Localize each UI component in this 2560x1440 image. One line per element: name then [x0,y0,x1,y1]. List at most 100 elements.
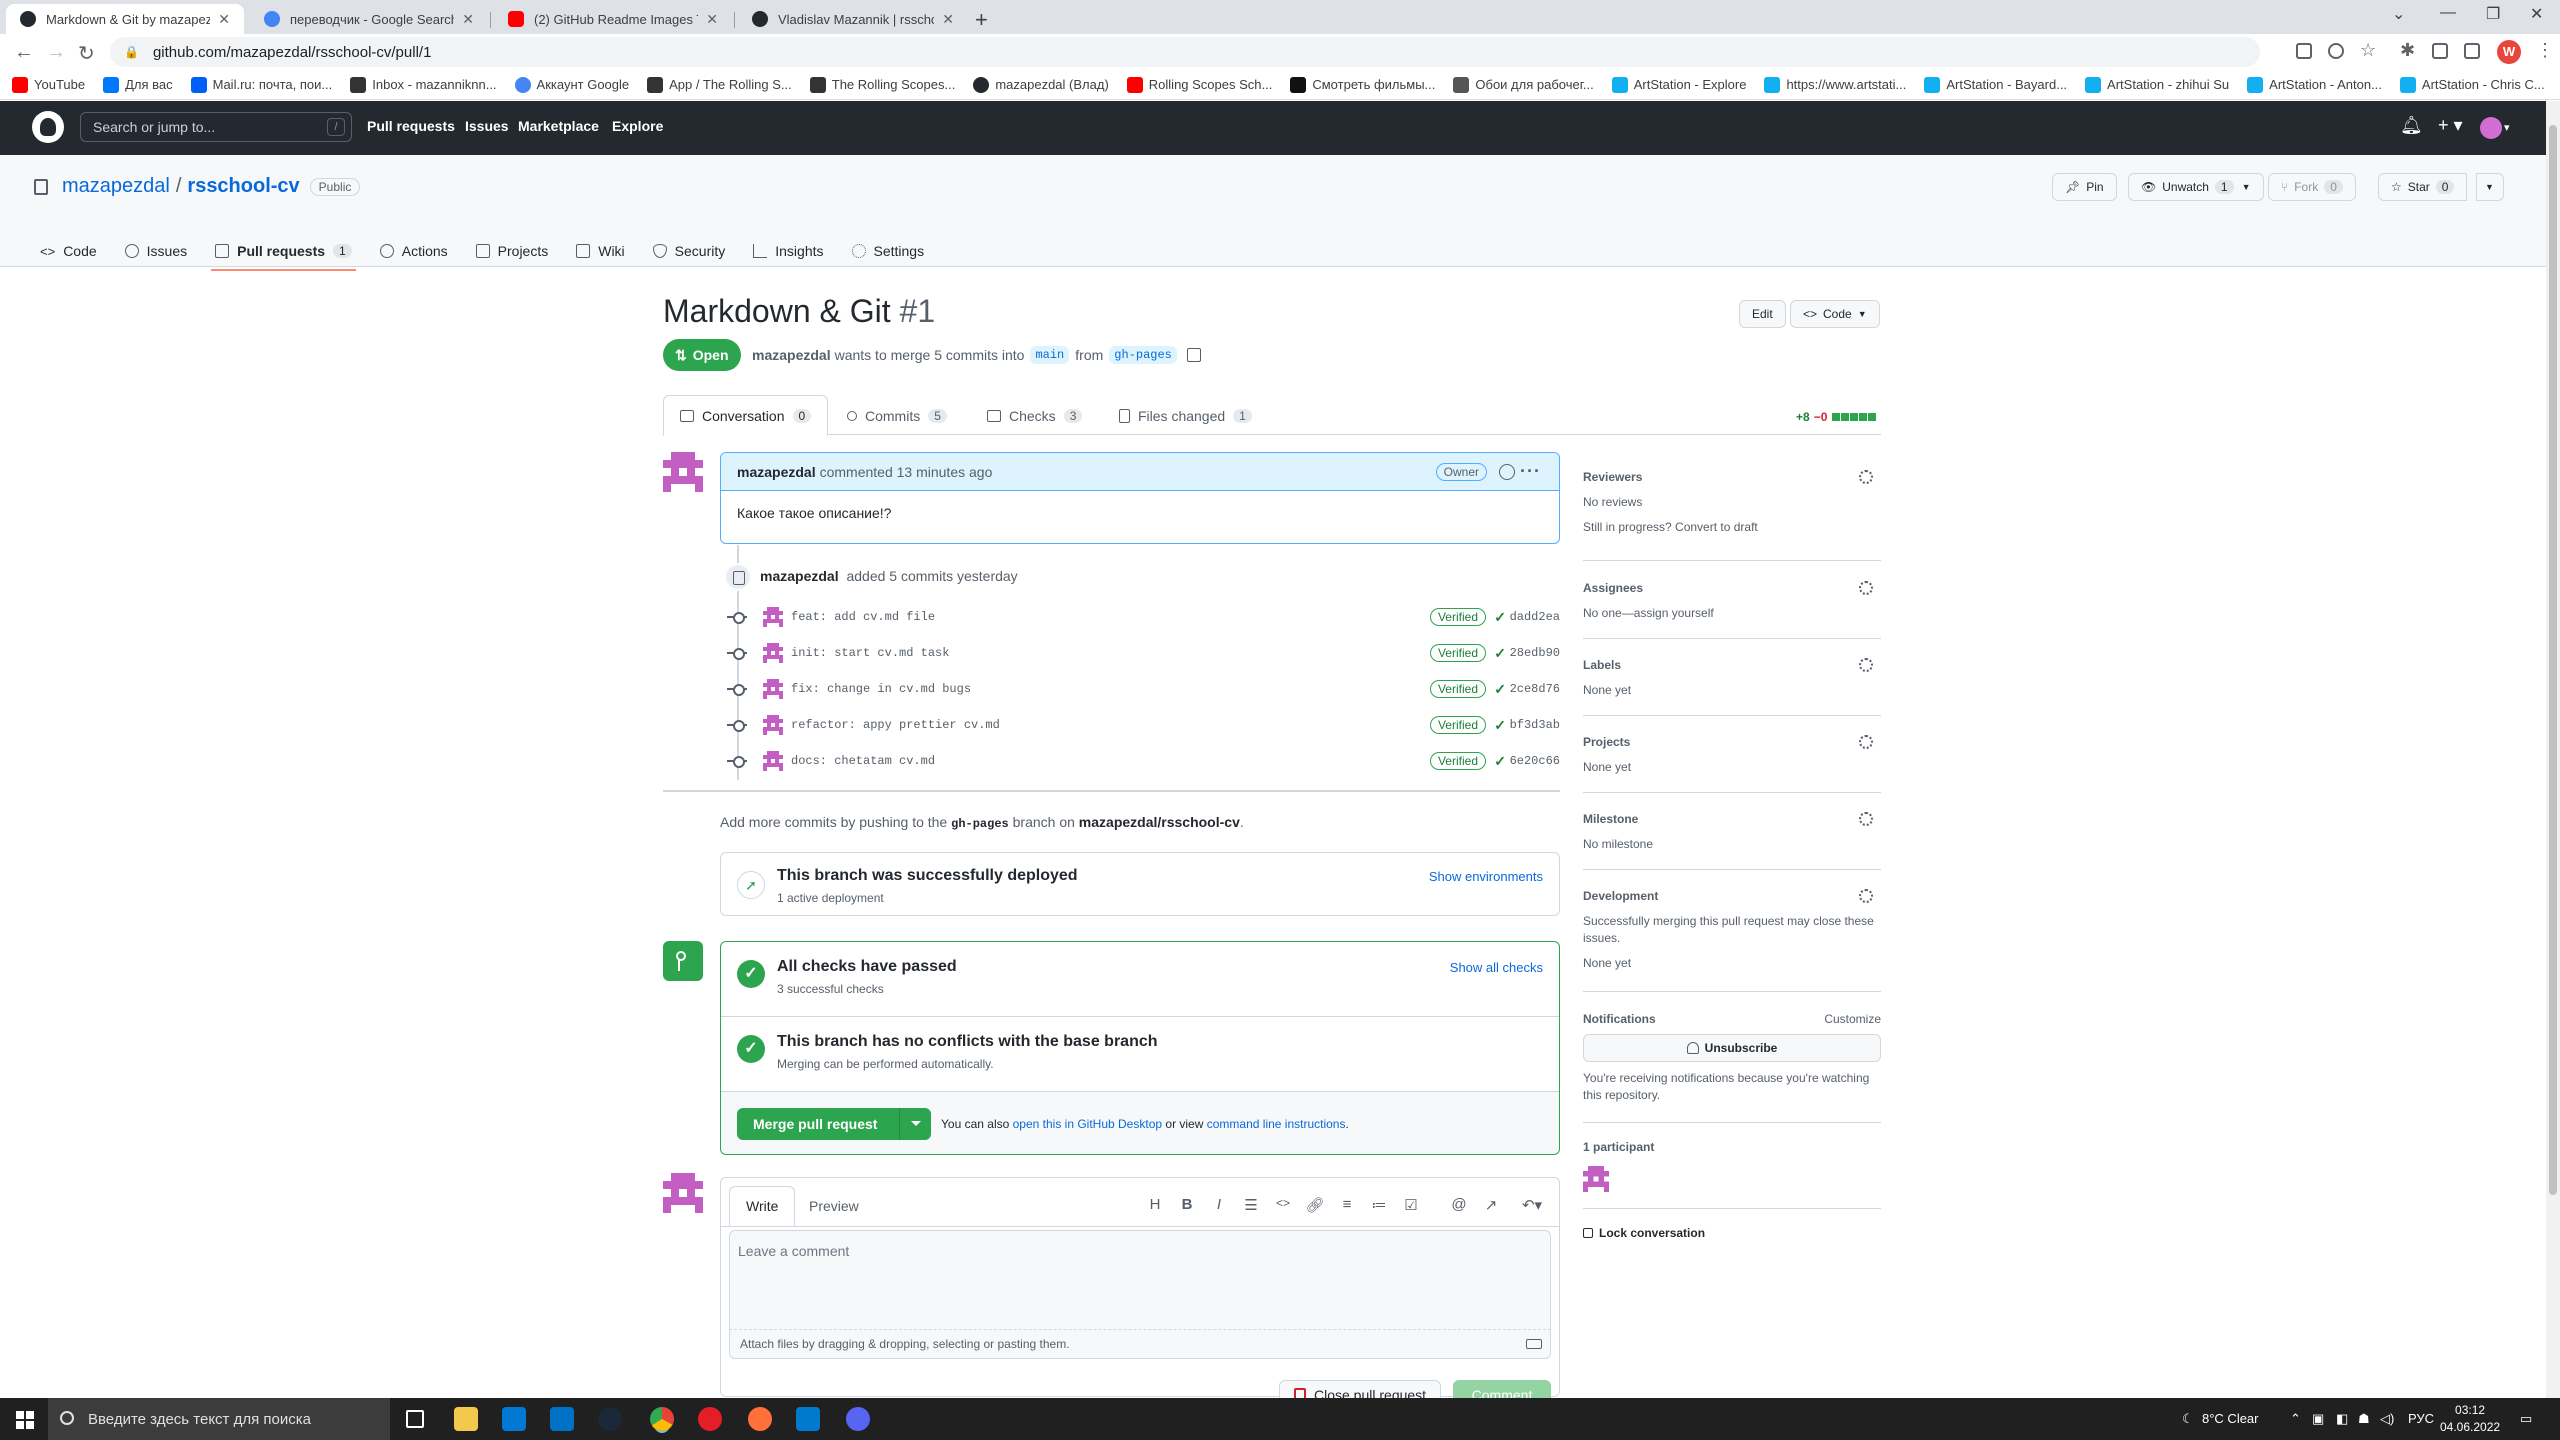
check-icon[interactable]: ✓ [1494,645,1506,662]
copy-icon[interactable] [1186,348,1201,362]
customize-link[interactable]: Customize [1824,1012,1881,1026]
check-icon[interactable]: ✓ [1494,681,1506,698]
tray-chevron-icon[interactable]: ⌃ [2290,1411,2301,1427]
repo-owner-link[interactable]: mazapezdal [62,175,170,198]
development-heading[interactable]: Development [1583,889,1881,903]
windows-start-icon[interactable] [16,1411,34,1429]
notification-center-icon[interactable]: ▭ [2520,1411,2532,1427]
participant-avatar[interactable] [1583,1166,1609,1192]
chrome-taskbar-icon[interactable] [650,1407,674,1431]
numbered-list-icon[interactable]: ≔ [1369,1196,1389,1214]
code-dropdown-button[interactable]: <> Code ▼ [1790,300,1880,328]
opera-icon[interactable] [698,1407,722,1431]
page-scrollbar[interactable] [2546,101,2560,1398]
nav-issues[interactable]: Issues [465,118,509,134]
commit-sha-link[interactable]: dadd2ea [1510,610,1560,624]
bookmark-item[interactable]: ArtStation - Chris C... [2399,76,2545,93]
attach-files-area[interactable]: Attach files by dragging & dropping, sel… [729,1329,1551,1359]
commit-author-avatar[interactable] [763,607,783,627]
reload-icon[interactable]: ↻ [78,41,95,66]
comment-textarea[interactable]: Leave a comment [729,1230,1551,1330]
side-panel-icon[interactable] [2464,43,2480,59]
store-icon[interactable] [502,1407,526,1431]
bookmark-item[interactable]: Обои для рабочег... [1453,76,1594,93]
bookmark-item[interactable]: ArtStation - zhihui Su [2085,76,2229,93]
browser-tab-google[interactable]: переводчик - Google Search ✕ [250,4,488,34]
tab-files-changed[interactable]: Files changed 1 [1103,395,1268,436]
tab-code[interactable]: <> Code [40,235,97,267]
commit-sha-link[interactable]: bf3d3ab [1510,718,1560,732]
commit-sha-link[interactable]: 6e20c66 [1510,754,1560,768]
forward-icon[interactable]: → [46,41,66,64]
gear-icon[interactable] [1859,658,1873,672]
address-bar[interactable]: 🔒 github.com/mazapezdal/rsschool-cv/pull… [110,37,2260,67]
profile-avatar[interactable]: W [2497,40,2521,64]
commit-author-avatar[interactable] [763,751,783,771]
cross-reference-icon[interactable]: ↗ [1481,1196,1501,1214]
user-avatar[interactable] [2480,117,2502,139]
fork-button[interactable]: ⑂ Fork 0 [2268,173,2356,201]
unwatch-button[interactable]: 👁︎ Unwatch 1 ▼ [2128,173,2264,201]
back-icon[interactable]: ← [14,41,34,64]
github-search-input[interactable]: Search or jump to... / [80,112,352,142]
commit-author-avatar[interactable] [763,679,783,699]
task-list-icon[interactable]: ☑ [1401,1196,1421,1214]
edit-title-button[interactable]: Edit [1739,300,1786,328]
bookmark-item[interactable]: Аккаунт Google [514,76,629,93]
check-icon[interactable]: ✓ [1494,753,1506,770]
language-indicator[interactable]: РУС [2408,1411,2434,1426]
verified-badge[interactable]: Verified [1429,644,1486,662]
bulleted-list-icon[interactable]: ≡ [1337,1196,1357,1213]
scrollbar-thumb[interactable] [2549,125,2557,1195]
check-icon[interactable]: ✓ [1494,609,1506,626]
bookmark-item[interactable]: https://www.artstati... [1764,76,1906,93]
reviewers-heading[interactable]: Reviewers [1583,470,1881,484]
nav-explore[interactable]: Explore [612,118,663,134]
verified-badge[interactable]: Verified [1429,716,1486,734]
bookmark-item[interactable]: Mail.ru: почта, пои... [190,76,332,93]
bold-icon[interactable]: B [1177,1196,1197,1213]
chrome-menu-icon[interactable]: ⋮ [2536,40,2554,61]
pr-author-link[interactable]: mazapezdal [752,347,831,363]
lock-conversation-button[interactable]: Lock conversation [1583,1226,1705,1240]
saved-replies-icon[interactable]: ↶▾ [1517,1196,1547,1214]
bookmark-item[interactable]: YouTube [12,76,85,93]
commit-message-link[interactable]: fix: change in cv.md bugs [791,682,971,696]
commit-sha-link[interactable]: 28edb90 [1510,646,1560,660]
more-options-icon[interactable]: ··· [1520,461,1541,482]
tray-app-icon[interactable]: ▣ [2312,1411,2324,1427]
translate-icon[interactable] [2296,43,2312,59]
volume-icon[interactable]: ◁) [2380,1411,2394,1427]
bookmark-item[interactable]: ArtStation - Bayard... [1924,76,2067,93]
gear-icon[interactable] [1859,735,1873,749]
user-menu-caret-icon[interactable]: ▾ [2504,121,2510,134]
code-icon[interactable]: <> [1273,1196,1293,1210]
tab-search-icon[interactable]: ⌄ [2392,4,2405,24]
add-reaction-icon[interactable] [1499,463,1515,480]
merge-method-dropdown[interactable] [899,1108,931,1140]
new-tab-icon[interactable]: + [975,7,988,33]
command-line-instructions-link[interactable]: command line instructions [1207,1117,1346,1131]
show-all-checks-link[interactable]: Show all checks [1450,960,1543,975]
gear-icon[interactable] [1859,470,1873,484]
minimize-icon[interactable]: — [2440,4,2456,22]
tab-actions[interactable]: Actions [379,235,448,267]
merge-pull-request-button[interactable]: Merge pull request [737,1108,931,1140]
mention-icon[interactable]: @ [1449,1196,1469,1213]
comment-author-link[interactable]: mazapezdal [737,464,816,480]
markdown-icon[interactable] [1526,1339,1542,1349]
comment-time[interactable]: commented 13 minutes ago [820,464,993,480]
commit-message-link[interactable]: docs: chetatam cv.md [791,754,935,768]
close-tab-icon[interactable]: ✕ [942,11,954,28]
discord-icon[interactable] [846,1407,870,1431]
tab-insights[interactable]: Insights [753,235,824,267]
verified-badge[interactable]: Verified [1429,752,1486,770]
close-window-icon[interactable]: ✕ [2530,4,2543,24]
nav-marketplace[interactable]: Marketplace [518,118,599,134]
commit-author-avatar[interactable] [763,715,783,735]
pin-button[interactable]: 📌︎ Pin [2052,173,2117,201]
network-icon[interactable]: ☗ [2358,1411,2370,1427]
close-tab-icon[interactable]: ✕ [706,11,718,28]
gear-icon[interactable] [1859,812,1873,826]
nav-pull-requests[interactable]: Pull requests [367,118,455,134]
